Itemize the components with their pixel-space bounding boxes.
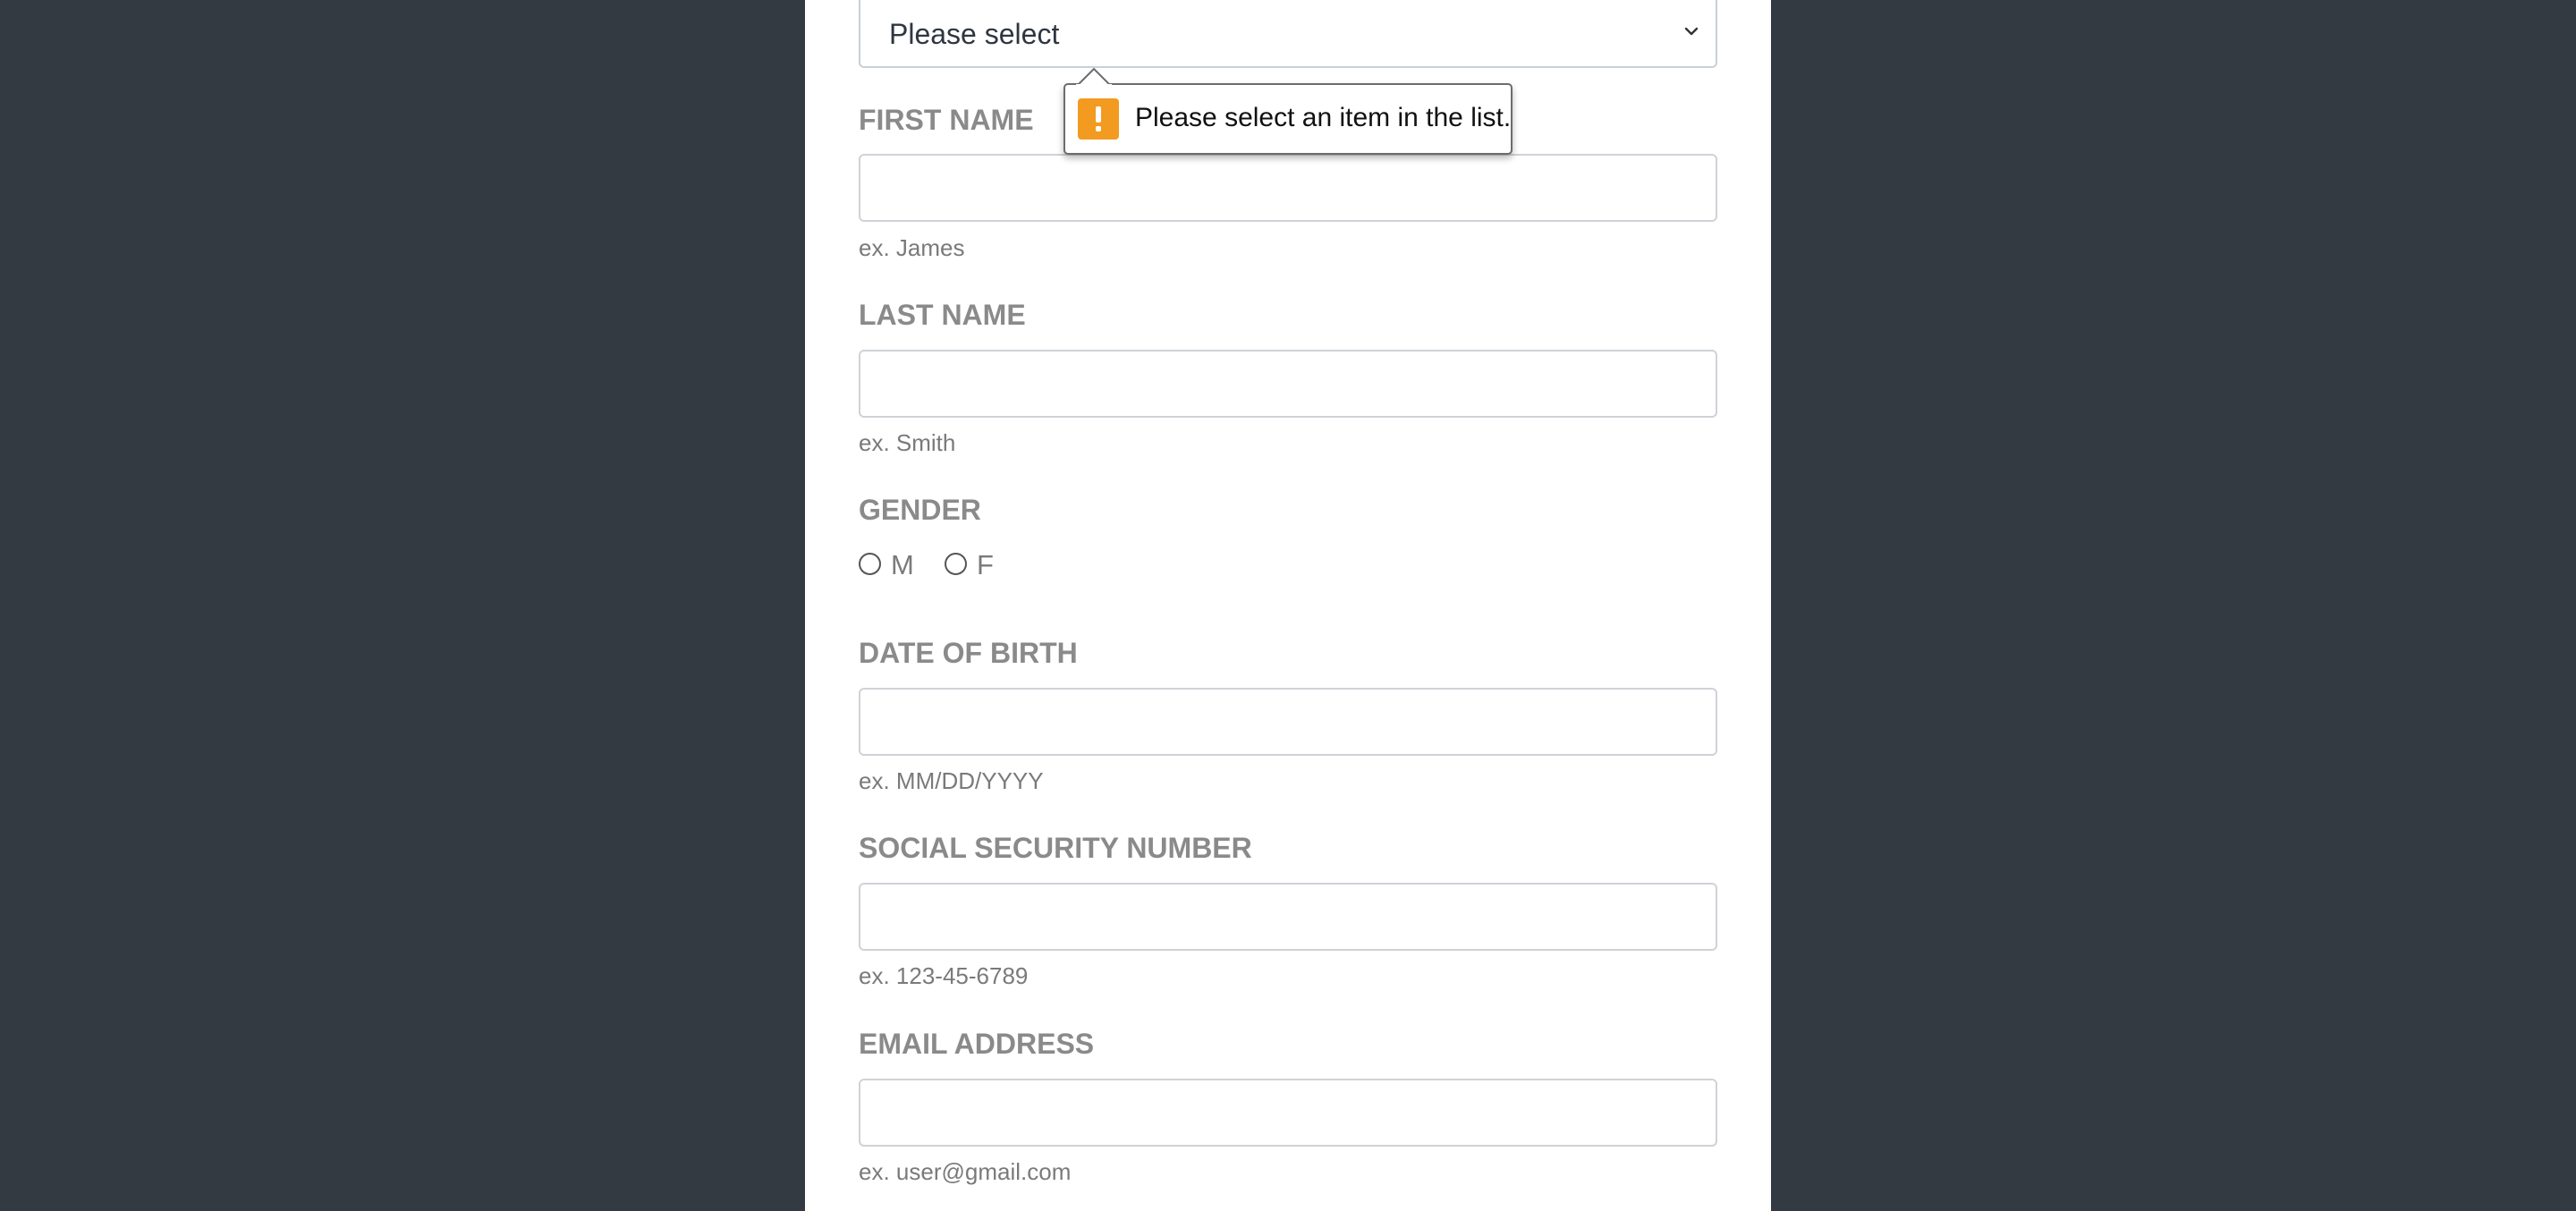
email-field[interactable] [859,1079,1717,1147]
email-hint: ex. user@gmail.com [859,1158,1072,1185]
first-name-field[interactable] [859,154,1717,222]
gender-radio-m-label[interactable]: M [891,549,914,581]
title-select[interactable]: Please select [859,0,1717,68]
gender-radio-m[interactable] [859,553,881,575]
date-of-birth-hint: ex. MM/DD/YYYY [859,767,1044,794]
validation-tooltip: Please select an item in the list. [1063,83,1513,155]
last-name-field[interactable] [859,350,1717,418]
warning-exclamation-icon [1078,98,1119,140]
date-of-birth-label: DATE OF BIRTH [859,637,1078,669]
ssn-field[interactable] [859,883,1717,951]
validation-message: Please select an item in the list. [1135,103,1512,132]
last-name-label: LAST NAME [859,299,1026,331]
select-value: Please select [889,18,1060,50]
ssn-label: SOCIAL SECURITY NUMBER [859,832,1252,864]
last-name-hint: ex. Smith [859,429,956,456]
gender-radio-f-label[interactable]: F [977,549,994,581]
first-name-label: FIRST NAME [859,104,1034,136]
first-name-hint: ex. James [859,234,965,261]
gender-label: GENDER [859,494,981,526]
chevron-down-icon [1678,18,1705,45]
gender-radio-f[interactable] [945,553,967,575]
ssn-hint: ex. 123-45-6789 [859,962,1029,989]
form-panel: Please select FIRST NAME ex. James LAST … [805,0,1771,1211]
email-label: EMAIL ADDRESS [859,1028,1095,1060]
date-of-birth-field[interactable] [859,688,1717,756]
